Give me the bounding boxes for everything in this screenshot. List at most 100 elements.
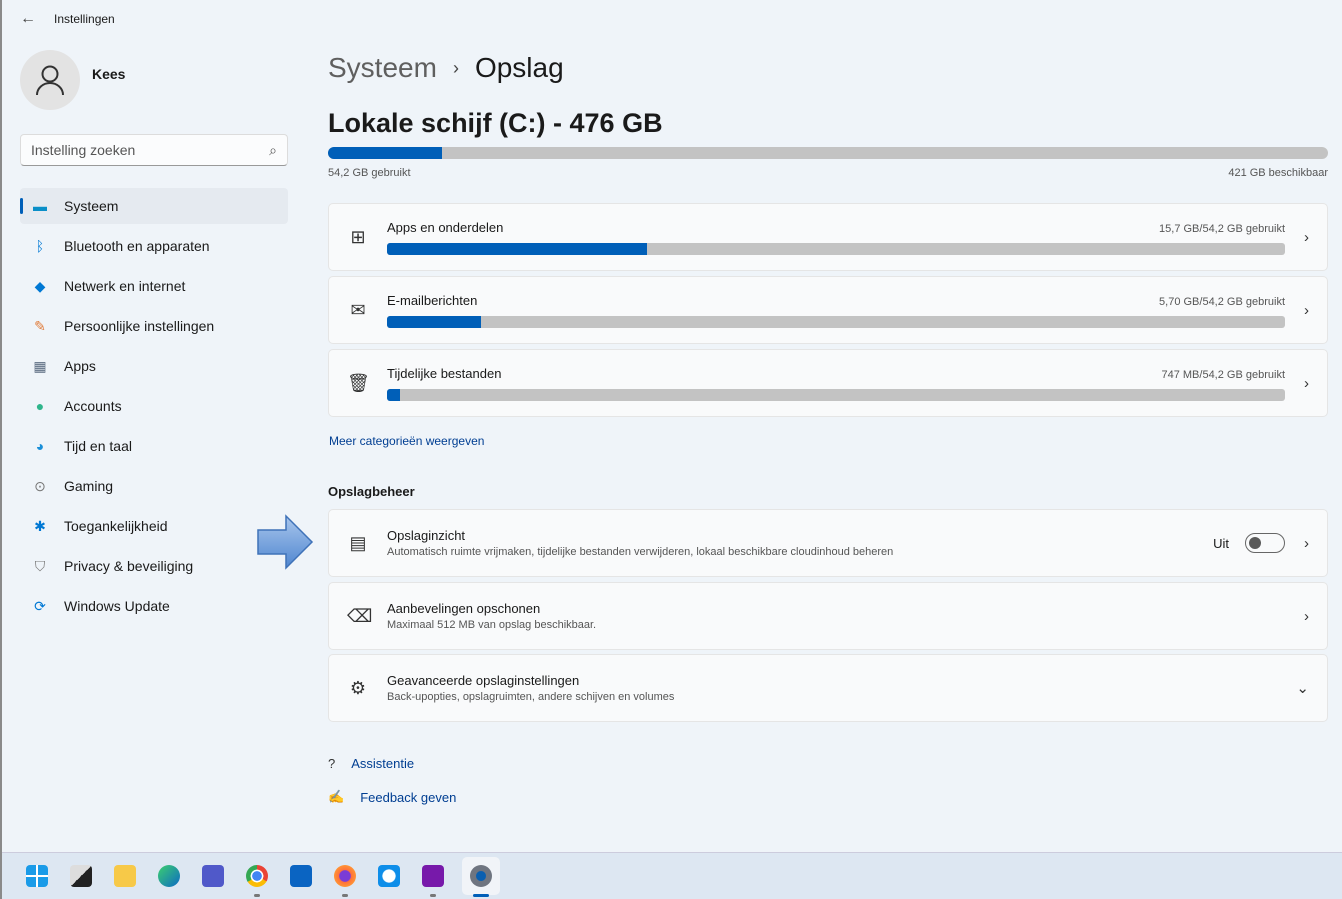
category-apps[interactable]: ⊞ Apps en onderdelen 15,7 GB/54,2 GB gebr… (328, 203, 1328, 271)
sidebar-item-label: Privacy & beveiliging (64, 558, 194, 574)
row-subtitle: Automatisch ruimte vrijmaken, tijdelijke… (387, 546, 894, 558)
disk-usage-bar (328, 147, 1328, 159)
taskbar-file-explorer[interactable] (110, 861, 140, 891)
sidebar-item-label: Systeem (64, 198, 119, 214)
advanced-storage-row[interactable]: ⚙ Geavanceerde opslaginstellingen Back-up… (328, 654, 1328, 722)
storage-sense-row[interactable]: ▤ Opslaginzicht Automatisch ruimte vrijma… (328, 509, 1328, 577)
sidebar-item-label: Windows Update (64, 598, 170, 614)
category-temp-files[interactable]: 🗑 Tijdelijke bestanden 747 MB/54,2 GB geb… (328, 349, 1328, 417)
category-bar-fill (387, 315, 482, 328)
person-icon: ● (35, 398, 45, 414)
row-title: Aanbevelingen opschonen (387, 601, 541, 616)
sidebar-item-label: Persoonlijke instellingen (64, 318, 215, 334)
back-arrow-icon[interactable]: ← (20, 10, 36, 28)
assist-link[interactable]: ? Assistentie (328, 756, 414, 771)
sidebar-item-systeem[interactable]: ▬ Systeem (20, 188, 288, 224)
trash-icon: 🗑 (347, 372, 370, 393)
feedback-link[interactable]: ✍ Feedback geven (328, 789, 456, 805)
category-bar-fill (387, 242, 648, 255)
row-title: Geavanceerde opslaginstellingen (387, 673, 580, 688)
chevron-right-icon: › (1304, 534, 1309, 552)
teams-icon (202, 865, 224, 887)
taskbar-chrome[interactable] (242, 861, 272, 897)
disk-usage-fill (328, 147, 442, 159)
disk-free: 421 GB beschikbaar (1228, 167, 1328, 179)
taskbar (2, 852, 1342, 899)
row-subtitle: Back-upopties, opslagruimten, andere sch… (387, 691, 675, 703)
category-value: 747 MB/54,2 GB gebruikt (1161, 368, 1285, 381)
sidebar-item-netwerk[interactable]: ◆ Netwerk en internet (20, 268, 288, 304)
category-bar (387, 315, 1285, 328)
sidebar-item-label: Bluetooth en apparaten (64, 238, 210, 254)
sidebar-item-tijd[interactable]: ◕ Tijd en taal (20, 428, 288, 464)
shield-icon: ⛉ (34, 557, 46, 574)
sidebar-item-gaming[interactable]: ⊙ Gaming (20, 468, 288, 504)
folder-icon (114, 865, 136, 887)
breadcrumb-parent[interactable]: Systeem (328, 52, 437, 84)
clock-globe-icon: ◕ (35, 438, 45, 454)
row-subtitle: Maximaal 512 MB van opslag beschikbaar. (387, 619, 597, 631)
person-icon (36, 65, 64, 96)
breadcrumb: Systeem › Opslag (328, 52, 564, 84)
chevron-right-icon: › (1304, 228, 1309, 246)
toggle-label: Uit (1213, 535, 1229, 551)
disk-title: Lokale schijf (C:) - 476 GB (328, 108, 663, 138)
taskbar-start[interactable] (22, 861, 52, 891)
sidebar-item-label: Apps (64, 358, 96, 374)
title-bar: ← Instellingen (20, 10, 115, 28)
assist-label: Assistentie (351, 756, 415, 771)
mail-icon: ✉ (350, 299, 366, 320)
sidebar-item-toegankelijkheid[interactable]: ✱ Toegankelijkheid (20, 508, 288, 544)
taskbar-edge[interactable] (154, 861, 184, 891)
search-placeholder: Instelling zoeken (31, 142, 136, 158)
more-categories-link[interactable]: Meer categorieën weergeven (329, 434, 484, 448)
taskbar-teamviewer[interactable] (374, 861, 404, 891)
taskbar-firefox[interactable] (330, 861, 360, 897)
storage-drive-icon: ▤ (349, 532, 367, 553)
sidebar-item-persoonlijk[interactable]: ✎ Persoonlijke instellingen (20, 308, 288, 344)
taskbar-onenote[interactable] (418, 861, 448, 897)
storage-sense-toggle[interactable] (1245, 533, 1285, 553)
chevron-right-icon: › (1304, 607, 1309, 625)
sidebar-item-label: Netwerk en internet (64, 278, 186, 294)
brush-icon: ✎ (34, 317, 46, 334)
section-heading: Opslagbeheer (328, 484, 415, 499)
user-name: Kees (92, 66, 126, 82)
sidebar-item-apps[interactable]: ▦ Apps (20, 348, 288, 384)
chevron-right-icon: › (452, 57, 459, 78)
category-title: Tijdelijke bestanden (387, 365, 502, 381)
user-profile[interactable]: Kees (20, 50, 125, 110)
sidebar-item-label: Tijd en taal (64, 438, 132, 454)
sidebar-item-bluetooth[interactable]: ᛒ Bluetooth en apparaten (20, 228, 288, 264)
taskbar-task-view[interactable] (66, 861, 96, 891)
windows-start-icon (26, 865, 48, 887)
apps-features-icon: ⊞ (350, 226, 366, 247)
wifi-icon: ◆ (34, 277, 46, 294)
feedback-icon: ✍ (328, 789, 345, 804)
category-bar (387, 388, 1285, 401)
disk-summary: Lokale schijf (C:) - 476 GB 54,2 GB gebr… (328, 108, 1328, 179)
taskbar-outlook[interactable] (286, 861, 316, 891)
sidebar-item-accounts[interactable]: ● Accounts (20, 388, 288, 424)
window-title: Instellingen (54, 12, 115, 26)
settings-gear-icon (470, 865, 492, 887)
search-input[interactable]: Instelling zoeken ⌕ (20, 134, 288, 166)
taskbar-teams[interactable] (198, 861, 228, 891)
sidebar-item-privacy[interactable]: ⛉ Privacy & beveiliging (20, 548, 288, 584)
search-icon[interactable]: ⌕ (269, 142, 277, 159)
taskbar-settings[interactable] (462, 857, 500, 897)
chevron-right-icon: › (1304, 301, 1309, 319)
help-icon: ? (328, 756, 336, 771)
category-email[interactable]: ✉ E-mailberichten 5,70 GB/54,2 GB gebruik… (328, 276, 1328, 344)
sidebar-item-label: Accounts (64, 398, 122, 414)
bluetooth-icon: ᛒ (35, 238, 45, 254)
category-bar-fill (387, 388, 400, 401)
cleanup-recommendations-row[interactable]: ⌫ Aanbevelingen opschonen Maximaal 512 MB… (328, 582, 1328, 650)
sidebar-item-windows-update[interactable]: ⟳ Windows Update (20, 588, 288, 624)
sidebar-item-label: Toegankelijkheid (64, 518, 168, 534)
chevron-right-icon: › (1304, 374, 1309, 392)
gamepad-icon: ⊙ (34, 477, 46, 494)
sidebar-item-label: Gaming (64, 478, 114, 494)
firefox-icon (334, 865, 356, 887)
feedback-label: Feedback geven (360, 789, 457, 805)
